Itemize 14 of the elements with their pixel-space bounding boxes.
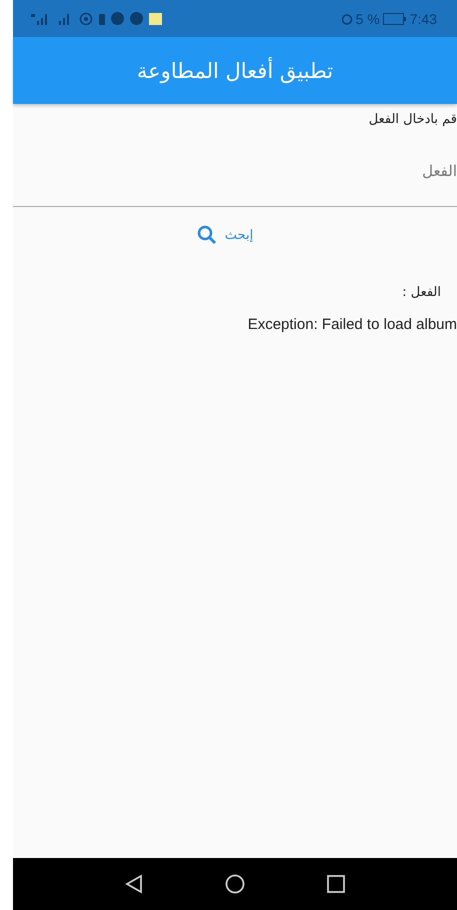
verb-input-field[interactable]: الفعل (13, 135, 457, 207)
field-label: قم بادخال الفعل (368, 112, 457, 127)
battery-percent: 5 % (356, 10, 380, 26)
search-icon (196, 225, 217, 245)
back-icon[interactable] (125, 874, 143, 894)
clock: 7:43 (410, 10, 437, 26)
home-icon[interactable] (225, 874, 245, 894)
result-label: الفعل : (402, 285, 441, 300)
alarm-icon (340, 12, 353, 24)
search-button[interactable]: إبحث (188, 221, 262, 249)
battery-icon (382, 12, 407, 24)
error-message: Exception: Failed to load album (248, 316, 457, 333)
app-title: تطبيق أفعال المطاوعة (136, 58, 334, 82)
recents-icon[interactable] (327, 875, 345, 893)
